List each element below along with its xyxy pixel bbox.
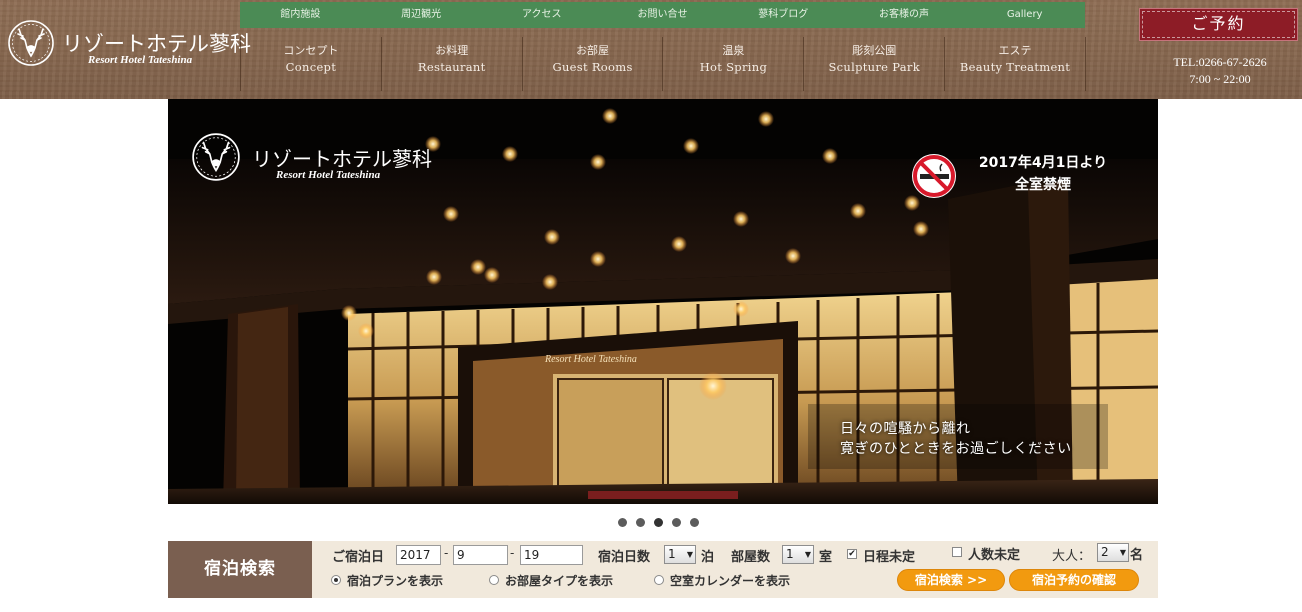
nav-sculpture-park[interactable]: 彫刻公園 Sculpture Park [803, 37, 944, 91]
undecided-date-label: 日程未定 [863, 550, 916, 565]
confirm-reservation-button[interactable]: 宿泊予約の確認 [1009, 569, 1139, 591]
radio-room-type-label: お部屋タイプを表示 [505, 574, 614, 588]
rooms-select[interactable]: 1 ▼ [782, 545, 814, 564]
reserve-button[interactable]: ご予約 [1139, 8, 1298, 41]
rooms-label: 部屋数 [731, 550, 771, 565]
subnav-blog[interactable]: 蓼科ブログ [723, 2, 844, 28]
undecided-people-label: 人数未定 [968, 548, 1021, 563]
nav-label-en: Concept [285, 60, 337, 74]
stay-search-panel: 宿泊検索 ご宿泊日 2017 - 9 - 19 宿泊日数 1 ▼ 泊 部屋数 1… [168, 541, 1158, 598]
slide-dot-4[interactable] [672, 518, 681, 527]
nights-label: 宿泊日数 [598, 550, 651, 565]
year-input[interactable]: 2017 [396, 545, 441, 565]
site-logo[interactable]: リゾートホテル蓼科 Resort Hotel Tateshina [6, 18, 251, 70]
undecided-people-checkbox[interactable] [952, 547, 962, 557]
day-input[interactable]: 19 [520, 545, 583, 565]
sub-navigation: 館内施設 周辺観光 アクセス お問い合せ 蓼科ブログ お客様の声 Gallery [240, 2, 1085, 28]
logo-name-en: Resort Hotel Tateshina [88, 54, 193, 66]
slide-dot-5[interactable] [690, 518, 699, 527]
site-header: リゾートホテル蓼科 Resort Hotel Tateshina 館内施設 周辺… [0, 0, 1302, 99]
rooms-value: 1 [786, 547, 794, 561]
nav-label-en: Beauty Treatment [959, 60, 1071, 74]
search-title: 宿泊検索 [168, 541, 312, 598]
nav-hot-spring[interactable]: 温泉 Hot Spring [662, 37, 803, 91]
nav-label-jp: コンセプト [283, 44, 339, 57]
rooms-unit: 室 [819, 550, 833, 565]
nav-label-en: Restaurant [417, 60, 486, 74]
subnav-facilities[interactable]: 館内施設 [240, 2, 361, 28]
adults-select[interactable]: 2 ▼ [1097, 543, 1129, 562]
slide-dot-1[interactable] [618, 518, 627, 527]
hero-slideshow[interactable]: Resort Hotel Tateshina リゾートホテル蓼科 Resort … [168, 99, 1158, 504]
nav-label-jp: 彫刻公園 [852, 44, 897, 57]
adults-value: 2 [1101, 545, 1109, 559]
nav-label-jp: エステ [998, 44, 1032, 57]
nights-select[interactable]: 1 ▼ [664, 545, 696, 564]
caption-line-2: 寛ぎのひとときをお過ごしください [840, 441, 1072, 457]
nights-value: 1 [668, 547, 676, 561]
search-button[interactable]: 宿泊検索 >> [897, 569, 1005, 591]
hero-logo: リゾートホテル蓼科 Resort Hotel Tateshina [190, 131, 432, 187]
notice-date: 2017年4月1日より [978, 155, 1108, 171]
adults-unit: 名 [1130, 548, 1144, 563]
radio-calendar-label: 空室カレンダーを表示 [670, 574, 791, 588]
nav-label-jp: お部屋 [576, 44, 610, 57]
month-input[interactable]: 9 [453, 545, 508, 565]
nav-label-jp: 温泉 [722, 44, 745, 57]
radio-plan-label: 宿泊プランを表示 [347, 574, 444, 588]
nav-restaurant[interactable]: お料理 Restaurant [380, 37, 522, 91]
checkin-label: ご宿泊日 [332, 550, 385, 565]
slide-dot-2[interactable] [636, 518, 645, 527]
tel-number: TEL:0266-67-2626 [1173, 55, 1267, 69]
nav-label-en: Sculpture Park [828, 60, 920, 74]
business-hours: 7:00 ~ 22:00 [1189, 72, 1251, 86]
radio-room-type[interactable] [489, 575, 499, 585]
nav-guest-rooms[interactable]: お部屋 Guest Rooms [521, 37, 663, 91]
nav-label-en: Hot Spring [699, 60, 768, 74]
nav-label-jp: お料理 [435, 44, 469, 57]
hero-caption: 日々の喧騒から離れ 寛ぎのひとときをお過ごしください [840, 419, 1072, 459]
adults-label: 大人： [1052, 549, 1092, 564]
nav-concept[interactable]: コンセプト Concept [240, 37, 381, 91]
date-separator: - [510, 546, 515, 560]
chevron-down-icon: ▼ [686, 550, 693, 559]
reserve-button-border [1142, 11, 1295, 38]
nav-beauty-treatment[interactable]: エステ Beauty Treatment [944, 37, 1086, 91]
notice-text: 全室禁煙 [1015, 177, 1071, 193]
radio-calendar[interactable] [654, 575, 664, 585]
no-smoking-notice: 2017年4月1日より 全室禁煙 [968, 152, 1118, 196]
caption-line-1: 日々の喧騒から離れ [840, 421, 971, 437]
subnav-sightseeing[interactable]: 周辺観光 [361, 2, 482, 28]
slide-pagination [618, 518, 699, 530]
subnav-gallery[interactable]: Gallery [964, 2, 1085, 28]
hero-logo-name-jp: リゾートホテル蓼科 [252, 147, 432, 171]
slide-dot-3-active[interactable] [654, 518, 663, 527]
main-navigation: コンセプト Concept お料理 Restaurant お部屋 Guest R… [240, 37, 1086, 91]
nights-unit: 泊 [701, 550, 715, 565]
nav-label-en: Guest Rooms [552, 60, 633, 74]
deer-emblem-icon [192, 133, 240, 181]
date-separator: - [444, 546, 449, 560]
undecided-date-checkbox[interactable]: ✔ [847, 549, 857, 559]
subnav-contact[interactable]: お問い合せ [602, 2, 723, 28]
entrance-sign: Resort Hotel Tateshina [544, 354, 637, 365]
chevron-down-icon: ▼ [1119, 548, 1126, 557]
chevron-down-icon: ▼ [804, 550, 811, 559]
deer-emblem-icon [8, 20, 54, 66]
hero-logo-name-en: Resort Hotel Tateshina [276, 169, 381, 181]
radio-plan[interactable] [331, 575, 341, 585]
subnav-reviews[interactable]: お客様の声 [844, 2, 965, 28]
no-smoking-icon [912, 154, 956, 198]
contact-info: TEL:0266-67-2626 7:00 ~ 22:00 [1140, 54, 1300, 88]
subnav-access[interactable]: アクセス [481, 2, 602, 28]
